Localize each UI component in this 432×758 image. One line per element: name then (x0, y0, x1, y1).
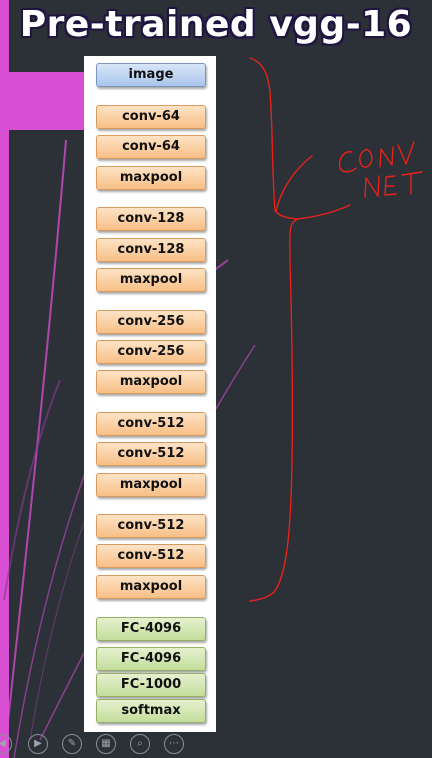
layer-conv: maxpool (96, 370, 206, 394)
layer-conv: conv-512 (96, 412, 206, 436)
more-options-icon[interactable]: ⋯ (164, 734, 184, 754)
layer-fc: FC-4096 (96, 617, 206, 641)
layer-conv: conv-512 (96, 544, 206, 568)
layer-conv: maxpool (96, 268, 206, 292)
layer-conv: conv-512 (96, 442, 206, 466)
layer-conv: conv-256 (96, 310, 206, 334)
layer-fc: softmax (96, 699, 206, 723)
decorative-swooshes (3, 139, 256, 758)
slideshow-controls: ◀ ▶ ✎ ▦ ⌕ ⋯ (0, 730, 200, 758)
layer-conv: maxpool (96, 166, 206, 190)
pen-icon[interactable]: ✎ (62, 734, 82, 754)
layer-input: image (96, 63, 206, 87)
zoom-icon[interactable]: ⌕ (130, 734, 150, 754)
layer-conv: maxpool (96, 473, 206, 497)
layer-fc: FC-1000 (96, 673, 206, 697)
layer-conv: maxpool (96, 575, 206, 599)
slide: Pre-trained vgg-16 image conv-64 conv-64 ma… (0, 0, 432, 758)
slide-title: Pre-trained vgg-16 (19, 4, 413, 45)
layer-conv: conv-64 (96, 105, 206, 129)
layer-conv: conv-128 (96, 207, 206, 231)
layer-conv: conv-128 (96, 238, 206, 262)
layer-conv: conv-512 (96, 514, 206, 538)
layer-conv: conv-256 (96, 340, 206, 364)
slide-overview-icon[interactable]: ▦ (96, 734, 116, 754)
next-slide-icon[interactable]: ▶ (28, 734, 48, 754)
previous-slide-icon[interactable]: ◀ (0, 734, 12, 754)
layer-fc: FC-4096 (96, 647, 206, 671)
layer-conv: conv-64 (96, 135, 206, 159)
